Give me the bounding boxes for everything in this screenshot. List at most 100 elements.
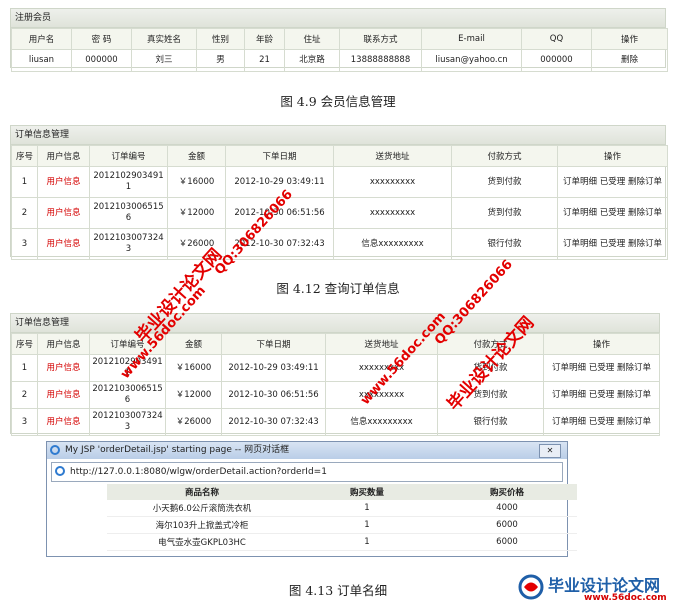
orders-2-cell: 1 [11, 354, 38, 382]
order-detail-link[interactable]: 订单明细 [563, 208, 597, 218]
order-detail-link[interactable]: 订单明细 [563, 239, 597, 249]
figure-caption-4-9: 图 4.9 会员信息管理 [280, 94, 396, 109]
delete-order-link[interactable]: 删除订单 [628, 239, 662, 249]
accepted-link[interactable]: 已受理 [600, 208, 626, 218]
site-logo: 毕业设计论文网 www.56doc.com [518, 572, 668, 606]
orders-panel-1-title: 订单信息管理 [11, 126, 665, 145]
user-info-link[interactable]: 用户信息 [46, 208, 80, 218]
orders-1-cell: xxxxxxxxx [333, 166, 452, 198]
order-detail-link[interactable]: 订单明细 [563, 177, 597, 187]
member-cell: 21 [244, 49, 285, 72]
member-cell: 13888888888 [339, 49, 422, 72]
detail-header: 购买价格 [437, 484, 577, 500]
orders-1-row: 2 用户信息 2012103006515 6 ￥12000 2012-10-30 06:… [11, 197, 668, 229]
member-cell: 000000 [521, 49, 592, 72]
user-info-link[interactable]: 用户信息 [46, 177, 80, 187]
orders-1-cell: 信息xxxxxxxxx [333, 228, 452, 260]
orders-table-2: 序号 用户信息 订单编号 金额 下单日期 送货地址 付款方式 操作 1 用户信息 20121029… [11, 333, 660, 436]
accepted-link[interactable]: 已受理 [589, 417, 615, 427]
detail-row: 小天鹅6.0公斤滚筒洗衣机 1 4000 [107, 500, 577, 517]
orders-2-header: 金额 [165, 333, 222, 355]
dialog-titlebar[interactable]: My JSP 'orderDetail.jsp' starting page -… [47, 442, 567, 459]
logo-mark-icon [518, 574, 544, 600]
close-icon[interactable]: ✕ [539, 444, 561, 458]
user-info-link[interactable]: 用户信息 [46, 239, 80, 249]
orders-2-header: 序号 [11, 333, 38, 355]
orders-2-cell: ￥12000 [165, 381, 222, 409]
orders-1-cell: 2012102903491 1 [89, 166, 168, 198]
delete-member-link[interactable]: 删除 [591, 49, 668, 72]
orders-panel-2: 订单信息管理 序号 用户信息 订单编号 金额 下单日期 送货地址 付款方式 操作 1 用户信息 2… [10, 313, 660, 436]
member-header: 用户名 [11, 28, 72, 50]
orders-table-1: 序号 用户信息 订单编号 金额 下单日期 送货地址 付款方式 操作 1 用户信息 20121029… [11, 145, 668, 260]
orders-2-cell: 信息xxxxxxxxx [325, 408, 438, 436]
detail-row: 电气壶水壶GKPL03HC 1 6000 [107, 533, 577, 551]
detail-cell: 小天鹅6.0公斤滚筒洗衣机 [107, 500, 297, 517]
orders-2-header: 下单日期 [221, 333, 326, 355]
orders-1-cell: 用户信息 [37, 197, 90, 229]
orders-1-cell: 订单明细 已受理 删除订单 [557, 197, 668, 229]
member-header: 操作 [591, 28, 668, 50]
orders-1-cell: 货到付款 [451, 166, 558, 198]
user-info-link[interactable]: 用户信息 [46, 417, 80, 427]
orders-2-cell: 2012-10-30 06:51:56 [221, 381, 326, 409]
orders-2-row: 2 用户信息 2012103006515 6 ￥12000 2012-10-30 06:… [11, 381, 660, 409]
orders-1-cell: ￥12000 [167, 197, 226, 229]
orders-2-cell: 订单明细 已受理 删除订单 [543, 381, 660, 409]
address-url: http://127.0.0.1:8080/wlgw/orderDetail.a… [70, 467, 327, 477]
orders-1-cell: 银行付款 [451, 228, 558, 260]
detail-cell: 1 [297, 500, 437, 517]
accepted-link[interactable]: 已受理 [600, 177, 626, 187]
user-info-link[interactable]: 用户信息 [46, 363, 80, 373]
orders-1-header: 用户信息 [37, 145, 90, 167]
detail-row: 海尔103升上掀盖式冷柜 1 6000 [107, 516, 577, 534]
detail-header: 购买数量 [297, 484, 437, 500]
user-info-link[interactable]: 用户信息 [46, 390, 80, 400]
orders-2-cell: 2 [11, 381, 38, 409]
order-detail-table: 商品名称 购买数量 购买价格 小天鹅6.0公斤滚筒洗衣机 1 4000 海尔103升上掀盖… [107, 484, 577, 551]
delete-order-link[interactable]: 删除订单 [617, 363, 651, 373]
orders-2-cell: 3 [11, 408, 38, 436]
orders-2-cell: ￥26000 [165, 408, 222, 436]
order-detail-dialog: My JSP 'orderDetail.jsp' starting page -… [46, 441, 577, 557]
orders-2-cell: 用户信息 [37, 354, 90, 382]
accepted-link[interactable]: 已受理 [589, 363, 615, 373]
dialog-title: My JSP 'orderDetail.jsp' starting page -… [65, 445, 290, 455]
orders-1-header: 下单日期 [225, 145, 334, 167]
detail-cell: 电气壶水壶GKPL03HC [107, 533, 297, 551]
orders-2-cell: 用户信息 [37, 408, 90, 436]
delete-order-link[interactable]: 删除订单 [628, 208, 662, 218]
member-panel-title: 注册会员 [11, 9, 665, 28]
order-detail-link[interactable]: 订单明细 [552, 363, 586, 373]
orders-2-row: 1 用户信息 2012102903491 1 ￥16000 2012-10-29 03:… [11, 354, 660, 382]
orders-1-header: 订单编号 [89, 145, 168, 167]
detail-cell: 1 [297, 533, 437, 551]
member-cell: liusan@yahoo.cn [421, 49, 522, 72]
order-detail-link[interactable]: 订单明细 [552, 390, 586, 400]
orders-1-cell: 3 [11, 228, 38, 260]
logo-url: www.56doc.com [584, 593, 667, 603]
address-bar[interactable]: http://127.0.0.1:8080/wlgw/orderDetail.a… [51, 462, 563, 482]
orders-1-cell: 2012103006515 6 [89, 197, 168, 229]
member-cell: 刘三 [131, 49, 197, 72]
orders-1-header: 序号 [11, 145, 38, 167]
member-cell: liusan [11, 49, 72, 72]
detail-cell: 1 [297, 516, 437, 534]
orders-2-cell: 银行付款 [437, 408, 544, 436]
member-cell: 000000 [71, 49, 132, 72]
order-detail-link[interactable]: 订单明细 [552, 417, 586, 427]
detail-cell: 海尔103升上掀盖式冷柜 [107, 516, 297, 534]
delete-order-link[interactable]: 删除订单 [628, 177, 662, 187]
accepted-link[interactable]: 已受理 [589, 390, 615, 400]
orders-1-header: 金额 [167, 145, 226, 167]
accepted-link[interactable]: 已受理 [600, 239, 626, 249]
detail-cell: 6000 [437, 533, 577, 551]
orders-1-header: 付款方式 [451, 145, 558, 167]
delete-order-link[interactable]: 删除订单 [617, 390, 651, 400]
orders-2-cell: 用户信息 [37, 381, 90, 409]
delete-order-link[interactable]: 删除订单 [617, 417, 651, 427]
page-icon [55, 466, 65, 476]
orders-1-cell: 订单明细 已受理 删除订单 [557, 228, 668, 260]
member-header: 密 码 [71, 28, 132, 50]
orders-2-cell: 2012103006515 6 [89, 381, 166, 409]
